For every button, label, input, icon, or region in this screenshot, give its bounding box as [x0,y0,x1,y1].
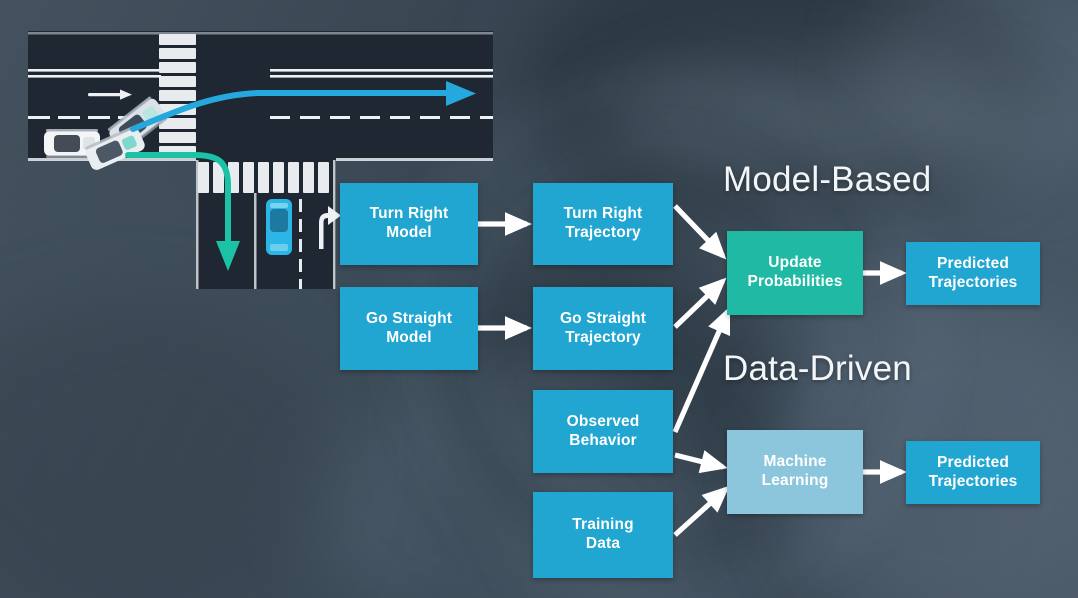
node-label-line1: Turn Right [369,205,449,223]
node-turn-right-model[interactable]: Turn Right Model [340,183,478,265]
node-observed-behavior[interactable]: Observed Behavior [533,390,673,473]
node-label-line1: Update [768,254,822,272]
node-label-line2: Trajectory [565,328,641,346]
edge-observed-behavior-to-ml [674,450,728,474]
section-title-model-based: Model-Based [723,160,932,199]
node-label-line2: Data [585,535,621,552]
node-label-line2: Probabilities [747,273,843,290]
node-predicted-trajectories-model[interactable]: Predicted Trajectories [906,242,1040,305]
section-title-data-driven: Data-Driven [723,349,912,388]
node-label-line2: Behavior [569,431,637,449]
node-label-line1: Machine [763,453,827,471]
node-label-line2: Learning [761,472,829,489]
node-label-line2: Trajectories [928,273,1018,291]
edge-training-data-to-ml [673,485,730,537]
node-label-line2: Trajectories [928,472,1018,490]
node-training-data[interactable]: Training Data [533,492,673,578]
edge-observed-behavior-to-update [672,306,731,434]
node-label-line1: Go Straight [559,309,647,327]
node-label-line1: Go Straight [365,309,453,327]
node-label-line2: Model [386,224,432,241]
node-update-probabilities[interactable]: Update Probabilities [727,231,863,315]
edge-go-straight-trajectory-to-update [673,277,727,329]
edge-turn-right-trajectory-to-update [673,204,727,260]
node-go-straight-model[interactable]: Go Straight Model [340,287,478,370]
node-label-line2: Model [386,328,432,346]
node-label-line1: Observed [566,412,640,430]
node-label-line2: Trajectory [565,224,641,241]
node-label-line1: Training [572,516,634,534]
node-machine-learning[interactable]: Machine Learning [727,430,863,514]
node-label-line1: Predicted [936,453,1009,471]
node-label-line1: Turn Right [563,205,643,223]
node-go-straight-trajectory[interactable]: Go Straight Trajectory [533,287,673,370]
node-label-line1: Predicted [936,254,1009,272]
node-predicted-trajectories-data[interactable]: Predicted Trajectories [906,441,1040,504]
node-turn-right-trajectory[interactable]: Turn Right Trajectory [533,183,673,265]
